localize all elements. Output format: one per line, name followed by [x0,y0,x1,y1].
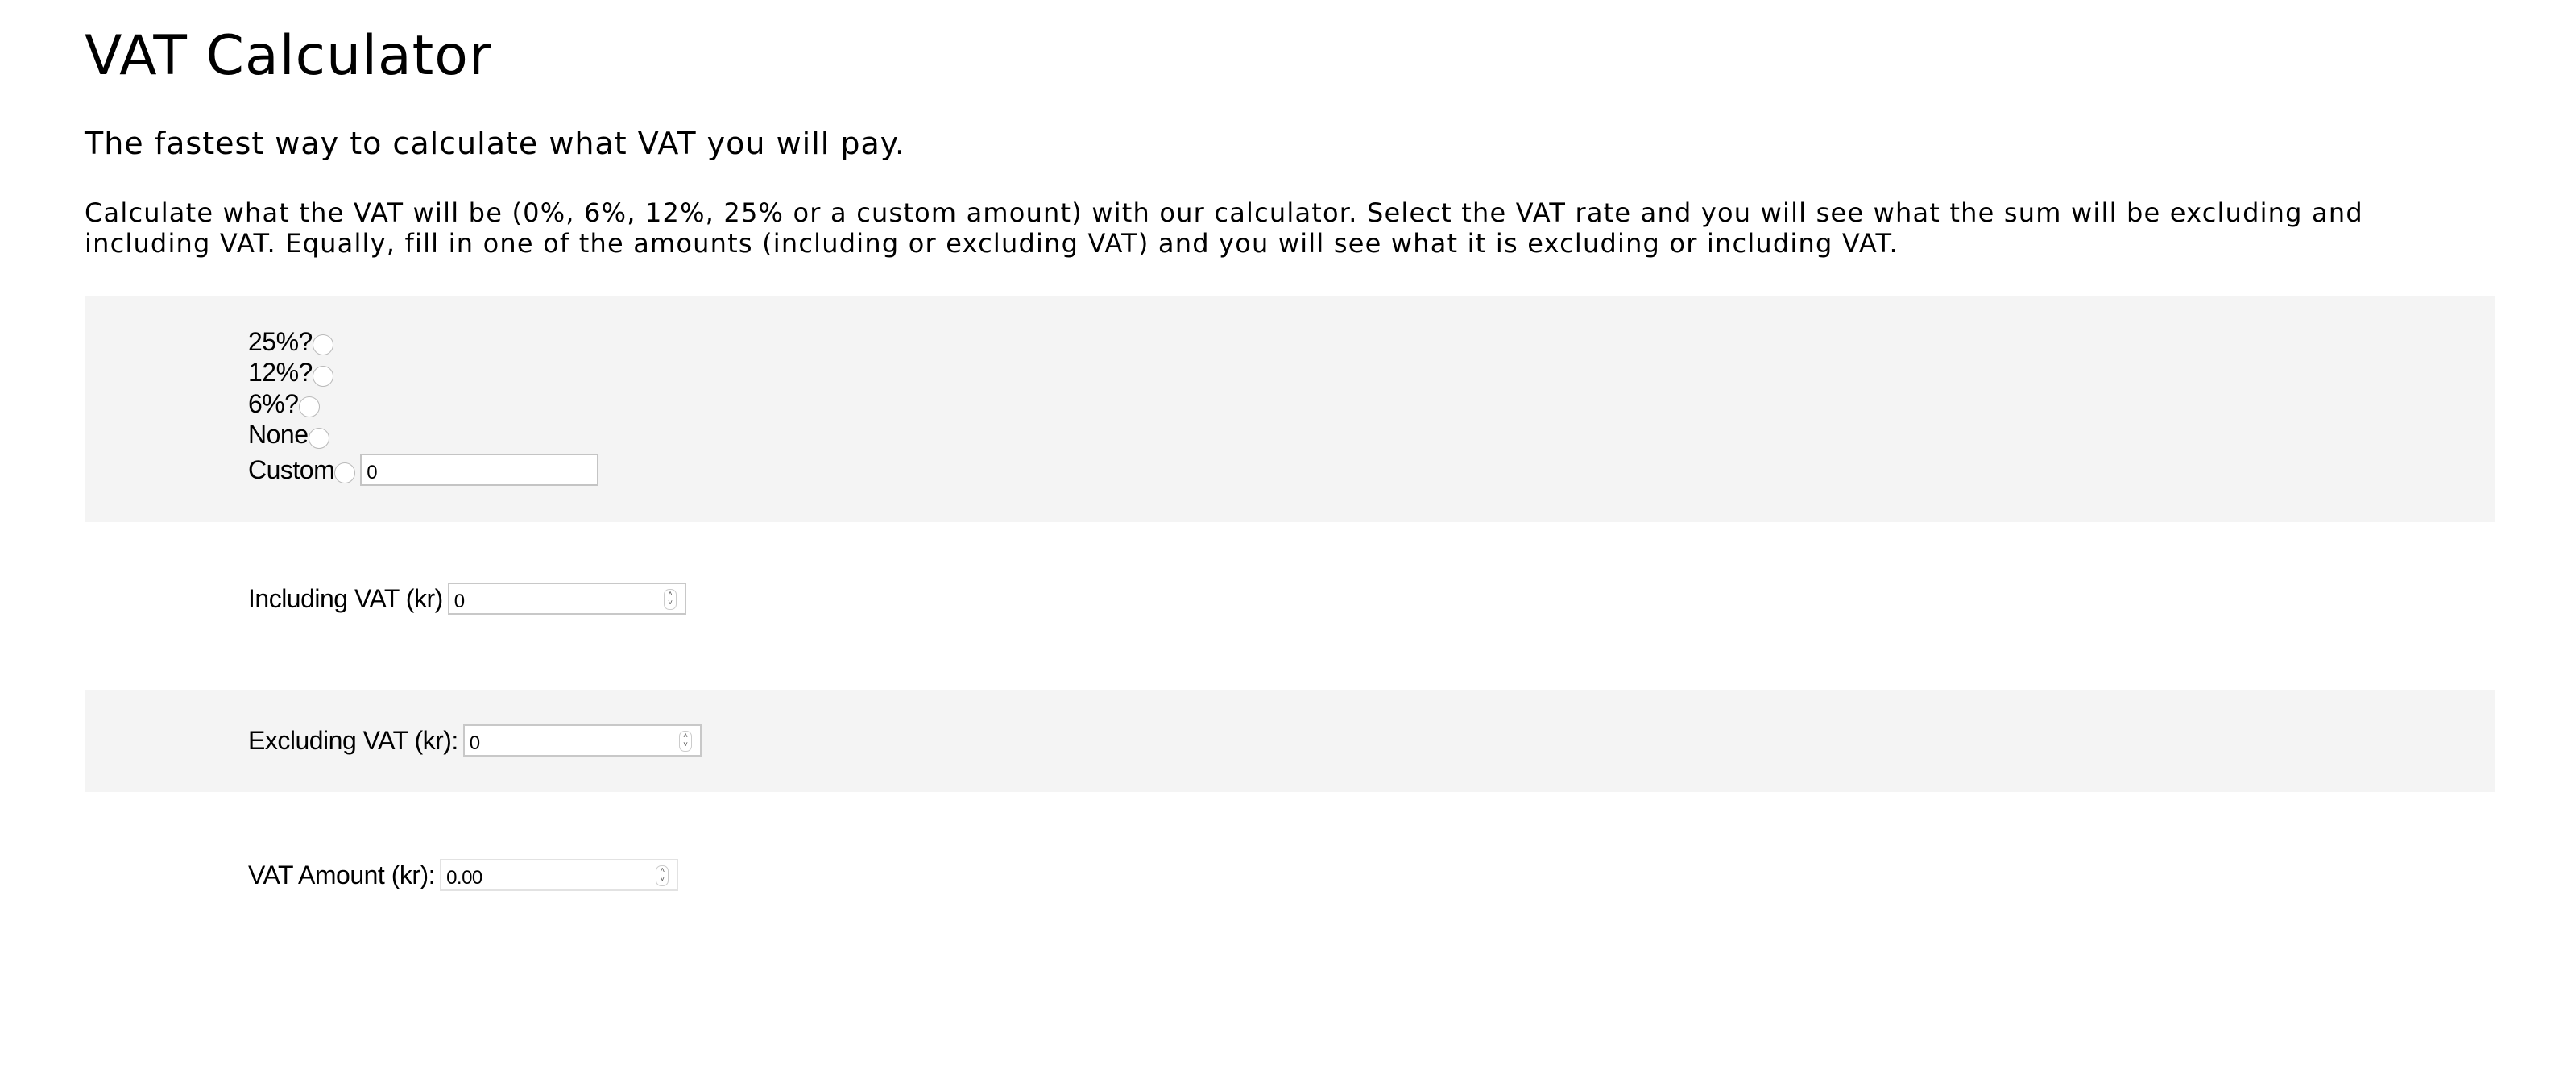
page-subtitle: The fastest way to calculate what VAT yo… [85,126,905,161]
excluding-vat-input[interactable]: 0 ˄ ˅ [462,724,702,757]
rate-option-12[interactable]: 12%? [248,358,598,389]
rate-label: None [248,420,309,450]
excluding-vat-value: 0 [469,732,480,754]
vat-amount-row: VAT Amount (kr): 0.00 ˄ ˅ [248,859,679,891]
rate-option-none[interactable]: None [248,420,598,451]
rate-radio-25[interactable] [312,334,333,356]
vat-amount-value: 0.00 [446,867,482,889]
page-description: Calculate what the VAT will be (0%, 6%, … [85,197,2363,259]
rate-radio-none[interactable] [308,427,329,449]
rate-label: 25%? [248,326,313,356]
rate-label: Custom [248,454,335,484]
including-vat-value: 0 [453,591,465,612]
spinner-icon[interactable]: ˄ ˅ [678,731,692,752]
rate-option-25[interactable]: 25%? [248,326,598,358]
rate-label: 12%? [248,358,313,388]
rate-option-custom[interactable]: Custom 0 [248,450,599,489]
vat-amount-label: VAT Amount (kr): [248,860,436,889]
rate-option-6[interactable]: 6%? [248,388,598,420]
custom-rate-input[interactable]: 0 [360,454,599,486]
spinner-icon[interactable]: ˄ ˅ [663,589,677,610]
including-vat-row: Including VAT (kr) 0 ˄ ˅ [248,583,686,615]
rate-radio-custom[interactable] [334,462,356,483]
rate-radio-6[interactable] [298,396,320,418]
excluding-vat-label: Excluding VAT (kr): [248,725,458,755]
excluding-vat-row: Excluding VAT (kr): 0 ˄ ˅ [248,724,702,757]
including-vat-label: Including VAT (kr) [248,583,443,613]
page-title: VAT Calculator [85,24,492,88]
rate-radio-group: 25%? 12%? 6%? None Custom 0 [248,326,599,489]
rate-label: 6%? [248,388,299,418]
vat-amount-input[interactable]: 0.00 ˄ ˅ [440,859,679,891]
including-vat-input[interactable]: 0 ˄ ˅ [447,583,686,615]
spinner-icon[interactable]: ˄ ˅ [656,865,669,886]
rate-radio-12[interactable] [312,365,333,387]
